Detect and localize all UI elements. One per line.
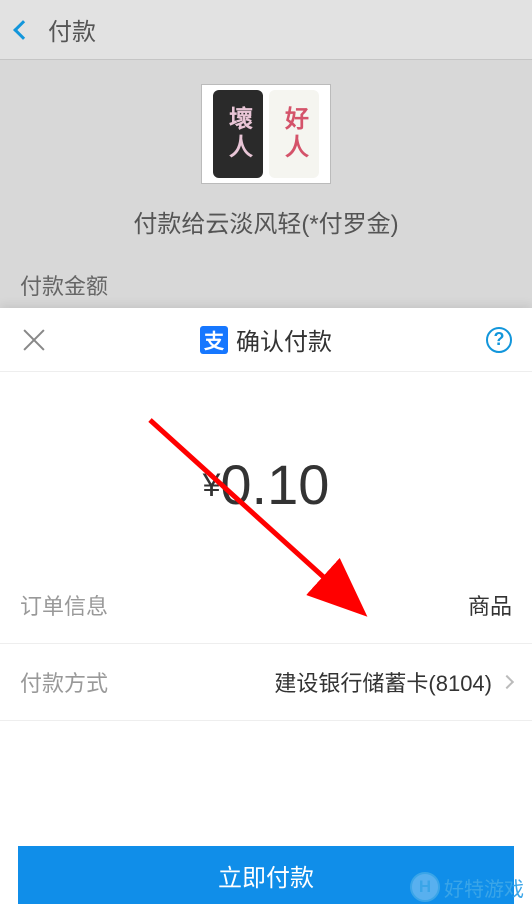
payment-method-value: 建设银行储蓄卡(8104) xyxy=(274,666,512,698)
help-icon[interactable]: ? xyxy=(486,327,512,353)
modal-title: 支 确认付款 xyxy=(200,322,332,357)
avatar-right-phone: 好人 xyxy=(269,90,319,178)
merchant-section: 壞人 好人 付款给云淡风轻(*付罗金) xyxy=(0,60,532,269)
order-info-value: 商品 xyxy=(468,589,512,621)
modal-header: 支 确认付款 ? xyxy=(0,308,532,372)
watermark: H 好特游戏 xyxy=(410,872,524,902)
watermark-logo-icon: H xyxy=(410,872,440,902)
avatar-left-phone: 壞人 xyxy=(213,90,263,178)
page-header: 付款 xyxy=(0,0,532,60)
amount-value: 0.10 xyxy=(220,453,329,516)
confirm-payment-modal: 支 确认付款 ? ¥0.10 订单信息 商品 付款方式 建设银行储蓄卡(8104… xyxy=(0,308,532,914)
amount-display: ¥0.10 xyxy=(0,372,532,567)
chevron-right-icon xyxy=(500,675,514,689)
payment-method-label: 付款方式 xyxy=(20,666,108,698)
watermark-text: 好特游戏 xyxy=(444,873,524,902)
alipay-logo-icon: 支 xyxy=(200,326,228,354)
order-info-label: 订单信息 xyxy=(20,589,108,621)
merchant-name: 付款给云淡风轻(*付罗金) xyxy=(20,204,512,239)
order-info-row: 订单信息 商品 xyxy=(0,567,532,644)
payment-method-row[interactable]: 付款方式 建设银行储蓄卡(8104) xyxy=(0,644,532,721)
close-icon[interactable] xyxy=(20,326,48,354)
page-title: 付款 xyxy=(48,12,96,47)
currency-symbol: ¥ xyxy=(203,467,221,503)
amount-label: 付款金额 xyxy=(0,269,532,301)
back-icon[interactable] xyxy=(13,20,33,40)
merchant-avatar: 壞人 好人 xyxy=(201,84,331,184)
payment-method-text: 建设银行储蓄卡(8104) xyxy=(274,666,492,698)
modal-title-text: 确认付款 xyxy=(236,322,332,357)
